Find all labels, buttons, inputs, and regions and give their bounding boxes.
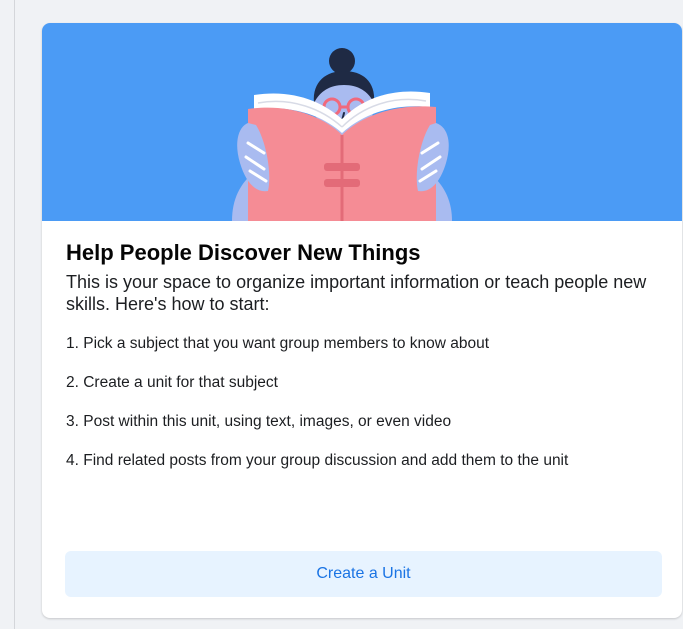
card-body: Help People Discover New Things This is … — [66, 239, 666, 471]
step-item: 4. Find related posts from your group di… — [66, 452, 569, 469]
guide-empty-state-card: Help People Discover New Things This is … — [42, 23, 682, 618]
card-intro-text: This is your space to organize important… — [66, 272, 647, 314]
steps-list: 1. Pick a subject that you want group me… — [66, 333, 666, 471]
person-reading-book-illustration — [232, 48, 452, 221]
step-item: 1. Pick a subject that you want group me… — [66, 335, 490, 352]
step-item: 3. Post within this unit, using text, im… — [66, 413, 452, 430]
hero-banner — [42, 23, 682, 221]
create-unit-button[interactable]: Create a Unit — [65, 551, 662, 597]
step-item: 2. Create a unit for that subject — [66, 374, 278, 391]
card-title: Help People Discover New Things — [66, 240, 421, 265]
